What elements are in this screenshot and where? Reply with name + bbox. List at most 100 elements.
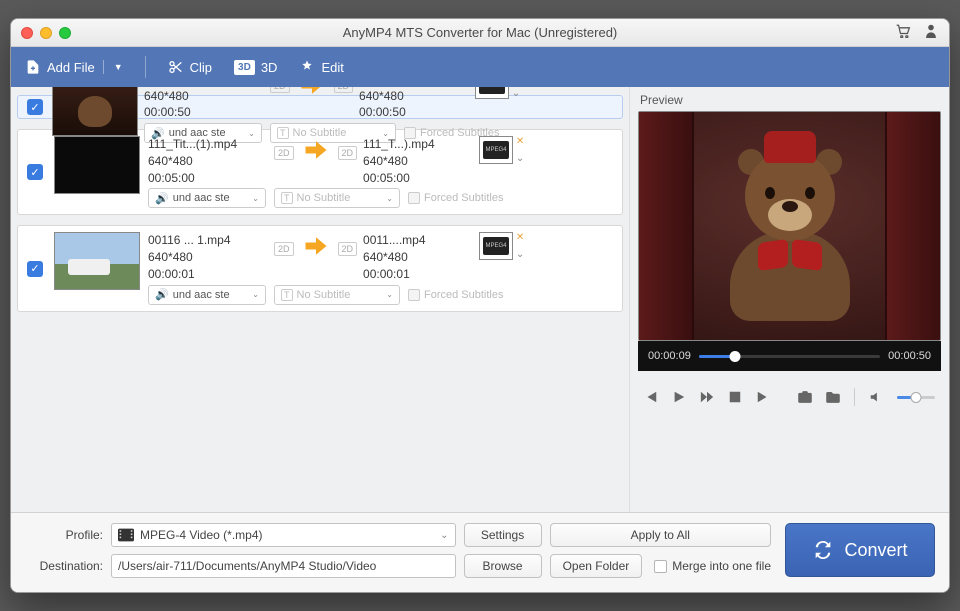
forced-subtitles-toggle[interactable]: Forced Subtitles xyxy=(408,289,503,301)
row-down-icon[interactable]: ⌄ xyxy=(516,153,524,164)
fast-forward-button[interactable] xyxy=(700,389,714,405)
dest-dim-badge: 2D xyxy=(338,146,358,160)
main-area: ✓ [丛林大反...4.mp4 640*480 00:00:50 2D 2D xyxy=(11,87,949,512)
add-file-label: Add File xyxy=(47,60,95,75)
file-row[interactable]: ✓ 00116 ... 1.mp4 640*480 00:00:01 2D 2D xyxy=(17,225,623,311)
traffic-lights xyxy=(11,27,71,39)
3d-label: 3D xyxy=(261,60,278,75)
snapshot-folder-button[interactable] xyxy=(826,389,840,405)
preview-time-total: 00:00:50 xyxy=(888,350,931,362)
dest-filename: 111_T...).mp4 xyxy=(363,136,473,153)
arrow-icon xyxy=(298,87,326,102)
row-checkbox[interactable]: ✓ xyxy=(27,261,43,277)
preview-timebar: 00:00:09 00:00:50 xyxy=(638,341,941,371)
merge-checkbox[interactable] xyxy=(654,560,667,573)
forced-subtitles-label: Forced Subtitles xyxy=(424,192,503,204)
dest-dim-badge: 2D xyxy=(334,87,354,93)
speaker-icon: 🔊 xyxy=(155,192,169,205)
forced-subtitles-checkbox[interactable] xyxy=(408,289,420,301)
fullscreen-window-button[interactable] xyxy=(59,27,71,39)
edit-button[interactable]: Edit xyxy=(299,59,343,75)
subtitle-value: No Subtitle xyxy=(297,289,351,301)
volume-slider[interactable] xyxy=(897,396,935,399)
output-format-button[interactable]: MPEG4 xyxy=(479,136,513,164)
clip-button[interactable]: Clip xyxy=(168,59,212,75)
snapshot-button[interactable] xyxy=(798,389,812,405)
preview-time-current: 00:00:09 xyxy=(648,350,691,362)
apply-to-all-button[interactable]: Apply to All xyxy=(550,523,771,547)
volume-icon[interactable] xyxy=(869,389,883,405)
destination-label: Destination: xyxy=(25,559,103,573)
source-dim-badge: 2D xyxy=(270,87,290,93)
forced-subtitles-label: Forced Subtitles xyxy=(424,289,503,301)
forced-subtitles-toggle[interactable]: Forced Subtitles xyxy=(408,192,503,204)
file-row[interactable]: ✓ [丛林大反...4.mp4 640*480 00:00:50 2D 2D xyxy=(17,95,623,119)
titlebar: AnyMP4 MTS Converter for Mac (Unregister… xyxy=(11,19,949,47)
source-filename: 111_Tit...(1).mp4 xyxy=(148,136,268,153)
source-duration: 00:00:01 xyxy=(148,266,268,283)
dest-duration: 00:05:00 xyxy=(363,170,473,187)
subtitle-select[interactable]: T No Subtitle ⌄ xyxy=(274,188,400,208)
file-row[interactable]: ✓ 111_Tit...(1).mp4 640*480 00:05:00 2D … xyxy=(17,129,623,215)
open-folder-button[interactable]: Open Folder xyxy=(550,554,643,578)
stop-button[interactable] xyxy=(728,389,742,405)
preview-panel: Preview 00:00:09 xyxy=(629,87,949,512)
clip-label: Clip xyxy=(190,60,212,75)
row-checkbox[interactable]: ✓ xyxy=(27,99,43,115)
destination-field[interactable]: /Users/air-711/Documents/AnyMP4 Studio/V… xyxy=(111,554,456,578)
subtitle-select[interactable]: T No Subtitle ⌄ xyxy=(274,285,400,305)
source-duration: 00:05:00 xyxy=(148,170,268,187)
toolbar: Add File ▼ Clip 3D 3D Edit xyxy=(11,47,949,87)
convert-icon xyxy=(812,539,834,561)
row-checkbox[interactable]: ✓ xyxy=(27,164,43,180)
convert-label: Convert xyxy=(844,540,907,561)
speaker-icon: 🔊 xyxy=(155,288,169,301)
output-format-button[interactable]: MPEG4 xyxy=(475,87,509,99)
preview-seek-slider[interactable] xyxy=(699,355,880,358)
3d-button[interactable]: 3D 3D xyxy=(234,60,277,75)
audio-track-select[interactable]: 🔊 und aac ste ⌄ xyxy=(148,188,266,208)
arrow-icon xyxy=(302,232,330,265)
row-remove-icon[interactable]: ✕ xyxy=(516,136,524,147)
bottom-panel: Profile: MPEG-4 Video (*.mp4) ⌄ Settings… xyxy=(11,512,949,592)
merge-checkbox-wrap[interactable]: Merge into one file xyxy=(654,559,771,573)
chevron-down-icon: ⌄ xyxy=(252,290,259,299)
next-button[interactable] xyxy=(756,389,770,405)
source-dim-badge: 2D xyxy=(274,242,294,256)
row-thumbnail[interactable] xyxy=(54,136,140,194)
dest-resolution: 640*480 xyxy=(363,153,473,170)
player-controls xyxy=(638,377,941,417)
forced-subtitles-checkbox[interactable] xyxy=(408,192,420,204)
minimize-window-button[interactable] xyxy=(40,27,52,39)
preview-video[interactable] xyxy=(638,111,941,341)
source-resolution: 640*480 xyxy=(148,249,268,266)
row-down-icon[interactable]: ⌄ xyxy=(512,88,520,99)
add-file-button[interactable]: Add File ▼ xyxy=(25,59,123,75)
chevron-down-icon: ⌄ xyxy=(252,194,259,203)
row-thumbnail[interactable] xyxy=(52,87,138,136)
prev-button[interactable] xyxy=(644,389,658,405)
source-filename: 00116 ... 1.mp4 xyxy=(148,232,268,249)
play-button[interactable] xyxy=(672,389,686,405)
settings-button[interactable]: Settings xyxy=(464,523,542,547)
browse-button[interactable]: Browse xyxy=(464,554,542,578)
output-format-button[interactable]: MPEG4 xyxy=(479,232,513,260)
convert-button[interactable]: Convert xyxy=(785,523,935,577)
row-down-icon[interactable]: ⌄ xyxy=(516,249,524,260)
row-remove-icon[interactable]: ✕ xyxy=(516,232,524,243)
add-file-dropdown-icon[interactable]: ▼ xyxy=(114,62,123,72)
subtitle-icon: T xyxy=(281,289,293,301)
source-duration: 00:00:50 xyxy=(144,104,264,121)
chevron-down-icon: ⌄ xyxy=(440,530,448,541)
file-list: ✓ [丛林大反...4.mp4 640*480 00:00:50 2D 2D xyxy=(11,87,629,512)
audio-track-value: und aac ste xyxy=(173,289,230,301)
audio-track-select[interactable]: 🔊 und aac ste ⌄ xyxy=(148,285,266,305)
row-thumbnail[interactable] xyxy=(54,232,140,290)
close-window-button[interactable] xyxy=(21,27,33,39)
dest-resolution: 640*480 xyxy=(359,88,469,105)
profile-select[interactable]: MPEG-4 Video (*.mp4) ⌄ xyxy=(111,523,456,547)
cart-icon[interactable] xyxy=(895,24,911,41)
user-icon[interactable] xyxy=(925,24,937,41)
dest-duration: 00:00:01 xyxy=(363,266,473,283)
mp4-format-icon xyxy=(118,528,134,542)
